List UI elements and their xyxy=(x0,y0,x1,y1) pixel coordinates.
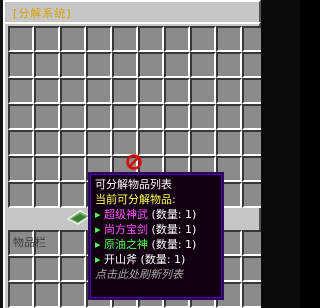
decompose-slot[interactable] xyxy=(86,52,112,78)
decompose-slot[interactable] xyxy=(190,130,216,156)
decompose-slot[interactable] xyxy=(34,52,60,78)
refresh-list-link[interactable]: 点击此处刷新列表 xyxy=(95,267,217,282)
decompose-slot[interactable] xyxy=(8,130,34,156)
item-name: 开山斧 xyxy=(104,253,138,266)
decompose-slot[interactable] xyxy=(112,104,138,130)
tooltip-item-row: ▸ 开山斧 (数量: 1) xyxy=(95,252,217,267)
decompose-slot[interactable] xyxy=(8,78,34,104)
tooltip-item-row: ▸ 原油之神 (数量: 1) xyxy=(95,237,217,252)
decompose-slot[interactable] xyxy=(216,78,242,104)
window-title-bar: [分解系统] xyxy=(3,0,261,22)
decompose-slot[interactable] xyxy=(138,104,164,130)
decompose-slot[interactable] xyxy=(86,130,112,156)
tooltip-title: 可分解物品列表 xyxy=(95,178,172,191)
decompose-slot[interactable] xyxy=(164,78,190,104)
decompose-slot[interactable] xyxy=(112,130,138,156)
bullet-icon: ▸ xyxy=(95,238,105,251)
decompose-slot[interactable] xyxy=(112,78,138,104)
decompose-slot[interactable] xyxy=(164,130,190,156)
decompose-slot[interactable] xyxy=(86,26,112,52)
inventory-slot[interactable] xyxy=(8,282,34,308)
decompose-slot[interactable] xyxy=(34,182,60,208)
decompose-slot[interactable] xyxy=(60,78,86,104)
decompose-slot[interactable] xyxy=(138,52,164,78)
game-screen: [分解系统] 物品栏 可分解物品列表 当前可分解物品: ▸ 超级神武 (数量: … xyxy=(0,0,300,308)
decompose-slot[interactable] xyxy=(216,104,242,130)
decompose-slot[interactable] xyxy=(60,156,86,182)
item-name: 尚方宝剑 xyxy=(104,223,149,236)
decompose-slot[interactable] xyxy=(112,26,138,52)
item-quantity: (数量: 1) xyxy=(148,208,197,221)
tooltip-subtitle: 当前可分解物品: xyxy=(95,193,176,206)
decompose-slot[interactable] xyxy=(216,26,242,52)
inventory-slot[interactable] xyxy=(8,256,34,282)
bullet-icon: ▸ xyxy=(95,253,105,266)
decompose-slot[interactable] xyxy=(60,52,86,78)
decompose-slot[interactable] xyxy=(8,156,34,182)
decompose-slot[interactable] xyxy=(60,130,86,156)
window-title: [分解系统] xyxy=(13,7,72,20)
no-entry-icon[interactable] xyxy=(126,154,142,170)
bullet-icon: ▸ xyxy=(95,208,105,221)
inventory-slot[interactable] xyxy=(60,282,86,308)
decompose-slot[interactable] xyxy=(164,104,190,130)
decompose-slot[interactable] xyxy=(8,104,34,130)
decompose-slot[interactable] xyxy=(34,130,60,156)
decompose-slot[interactable] xyxy=(190,78,216,104)
decompose-slot[interactable] xyxy=(138,78,164,104)
item-name: 超级神武 xyxy=(104,208,149,221)
decompose-slot[interactable] xyxy=(86,104,112,130)
decompose-slot[interactable] xyxy=(190,104,216,130)
decompose-slot[interactable] xyxy=(86,78,112,104)
right-edge xyxy=(261,0,300,308)
decompose-slot[interactable] xyxy=(60,104,86,130)
decompose-slot[interactable] xyxy=(138,130,164,156)
decompose-slot[interactable] xyxy=(164,26,190,52)
tooltip-item-list: ▸ 超级神武 (数量: 1) ▸ 尚方宝剑 (数量: 1) ▸ 原油之神 (数量: … xyxy=(95,207,217,267)
decompose-slot[interactable] xyxy=(164,52,190,78)
decompose-slot[interactable] xyxy=(34,78,60,104)
item-quantity: (数量: 1) xyxy=(148,238,197,251)
decompose-slot[interactable] xyxy=(8,52,34,78)
decompose-list-tooltip: 可分解物品列表 当前可分解物品: ▸ 超级神武 (数量: 1) ▸ 尚方宝剑 (数… xyxy=(88,172,224,300)
inventory-slot[interactable] xyxy=(60,230,86,256)
tooltip-item-row: ▸ 尚方宝剑 (数量: 1) xyxy=(95,222,217,237)
decompose-slot[interactable] xyxy=(60,26,86,52)
decompose-slot[interactable] xyxy=(34,26,60,52)
inventory-slot[interactable] xyxy=(34,282,60,308)
decompose-slot[interactable] xyxy=(216,52,242,78)
tooltip-item-row: ▸ 超级神武 (数量: 1) xyxy=(95,207,217,222)
decompose-slot[interactable] xyxy=(190,26,216,52)
item-quantity: (数量: 1) xyxy=(137,253,186,266)
decompose-slot[interactable] xyxy=(60,182,86,208)
decompose-slot[interactable] xyxy=(34,104,60,130)
decompose-slot[interactable] xyxy=(190,52,216,78)
inventory-slot[interactable] xyxy=(60,256,86,282)
decompose-slot[interactable] xyxy=(34,156,60,182)
decompose-slot[interactable] xyxy=(112,52,138,78)
decompose-slot[interactable] xyxy=(216,130,242,156)
inventory-label: 物品栏 xyxy=(13,236,46,249)
inventory-slot[interactable] xyxy=(34,256,60,282)
decompose-slot[interactable] xyxy=(8,182,34,208)
decompose-slot[interactable] xyxy=(138,26,164,52)
item-name: 原油之神 xyxy=(104,238,149,251)
item-quantity: (数量: 1) xyxy=(148,223,197,236)
decompose-slot[interactable] xyxy=(8,26,34,52)
bullet-icon: ▸ xyxy=(95,223,105,236)
